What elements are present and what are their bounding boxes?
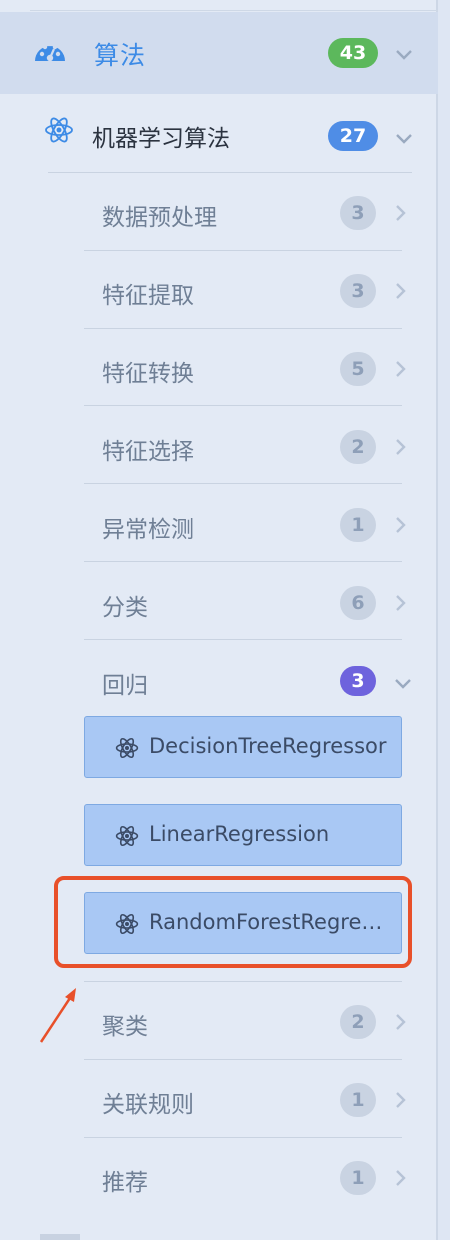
chevron-right-icon bbox=[396, 1092, 406, 1108]
divider bbox=[48, 172, 412, 173]
atom-icon bbox=[115, 825, 139, 847]
divider bbox=[84, 1059, 402, 1060]
count-badge: 1 bbox=[340, 1161, 376, 1195]
item-label: 特征选择 bbox=[102, 439, 194, 465]
chevron-right-icon bbox=[396, 439, 406, 455]
count-badge: 3 bbox=[340, 196, 376, 230]
chevron-right-icon bbox=[396, 1014, 406, 1030]
category-algorithms[interactable]: 算法 43 bbox=[0, 12, 438, 94]
count-badge: 3 bbox=[340, 666, 376, 696]
count-badge: 2 bbox=[340, 1005, 376, 1039]
item-label: 推荐 bbox=[102, 1170, 148, 1196]
count-badge: 3 bbox=[340, 274, 376, 308]
count-badge: 2 bbox=[340, 430, 376, 464]
list-item[interactable]: 关联规则 1 bbox=[84, 1061, 406, 1137]
annotation-arrow-icon bbox=[39, 988, 76, 1043]
item-label: 聚类 bbox=[102, 1014, 148, 1040]
item-label: 异常检测 bbox=[102, 517, 194, 543]
chevron-right-icon bbox=[396, 1170, 406, 1186]
next-category-edge bbox=[40, 1234, 80, 1240]
item-label: 分类 bbox=[102, 595, 148, 621]
divider bbox=[84, 250, 402, 251]
item-label: 数据预处理 bbox=[102, 205, 217, 231]
list-item[interactable]: 分类 6 bbox=[84, 564, 406, 640]
subcategory-machine-learning[interactable]: 机器学习算法 27 bbox=[0, 95, 438, 173]
algorithm-sidebar: 算法 43 机器学习算法 27 数据预处理 3 特征提取 3 特征转换 5 特征… bbox=[0, 0, 438, 1240]
item-label: 回归 bbox=[102, 673, 148, 699]
count-badge: 6 bbox=[340, 586, 376, 620]
subcategory-count-badge: 27 bbox=[328, 121, 378, 151]
list-item-regression[interactable]: 回归 3 bbox=[84, 642, 411, 718]
subcategory-label: 机器学习算法 bbox=[92, 126, 230, 152]
atom-icon bbox=[45, 117, 73, 143]
divider bbox=[84, 1137, 402, 1138]
chevron-right-icon bbox=[396, 517, 406, 533]
chevron-down-icon bbox=[396, 134, 412, 144]
list-item[interactable]: 聚类 2 bbox=[84, 983, 406, 1059]
list-item[interactable]: 异常检测 1 bbox=[84, 486, 406, 562]
top-divider bbox=[30, 10, 438, 11]
list-item[interactable]: 特征选择 2 bbox=[84, 408, 406, 484]
list-item[interactable]: 特征提取 3 bbox=[84, 252, 406, 328]
atom-icon bbox=[115, 737, 139, 759]
leaf-label: DecisionTreeRegressor bbox=[149, 734, 387, 758]
item-label: 特征提取 bbox=[102, 283, 194, 309]
item-label: 关联规则 bbox=[102, 1092, 194, 1118]
list-item[interactable]: 数据预处理 3 bbox=[84, 174, 406, 250]
dashboard-icon bbox=[35, 41, 65, 62]
chevron-down-icon bbox=[396, 50, 412, 60]
category-count-badge: 43 bbox=[328, 38, 378, 68]
chevron-right-icon bbox=[396, 205, 406, 221]
divider bbox=[84, 561, 402, 562]
chevron-right-icon bbox=[396, 595, 406, 611]
annotation-highlight-box bbox=[54, 876, 412, 968]
divider bbox=[84, 483, 402, 484]
list-item[interactable]: 特征转换 5 bbox=[84, 330, 406, 406]
count-badge: 5 bbox=[340, 352, 376, 386]
chevron-right-icon bbox=[396, 283, 406, 299]
list-item[interactable]: 推荐 1 bbox=[84, 1139, 406, 1215]
algorithm-leaf[interactable]: DecisionTreeRegressor bbox=[84, 716, 402, 778]
item-label: 特征转换 bbox=[102, 361, 194, 387]
chevron-down-icon bbox=[395, 679, 411, 689]
divider bbox=[84, 981, 402, 982]
category-label: 算法 bbox=[94, 41, 147, 70]
divider bbox=[84, 328, 402, 329]
count-badge: 1 bbox=[340, 1083, 376, 1117]
divider bbox=[84, 405, 402, 406]
algorithm-leaf[interactable]: LinearRegression bbox=[84, 804, 402, 866]
leaf-label: LinearRegression bbox=[149, 822, 330, 846]
count-badge: 1 bbox=[340, 508, 376, 542]
divider bbox=[84, 639, 402, 640]
chevron-right-icon bbox=[396, 361, 406, 377]
